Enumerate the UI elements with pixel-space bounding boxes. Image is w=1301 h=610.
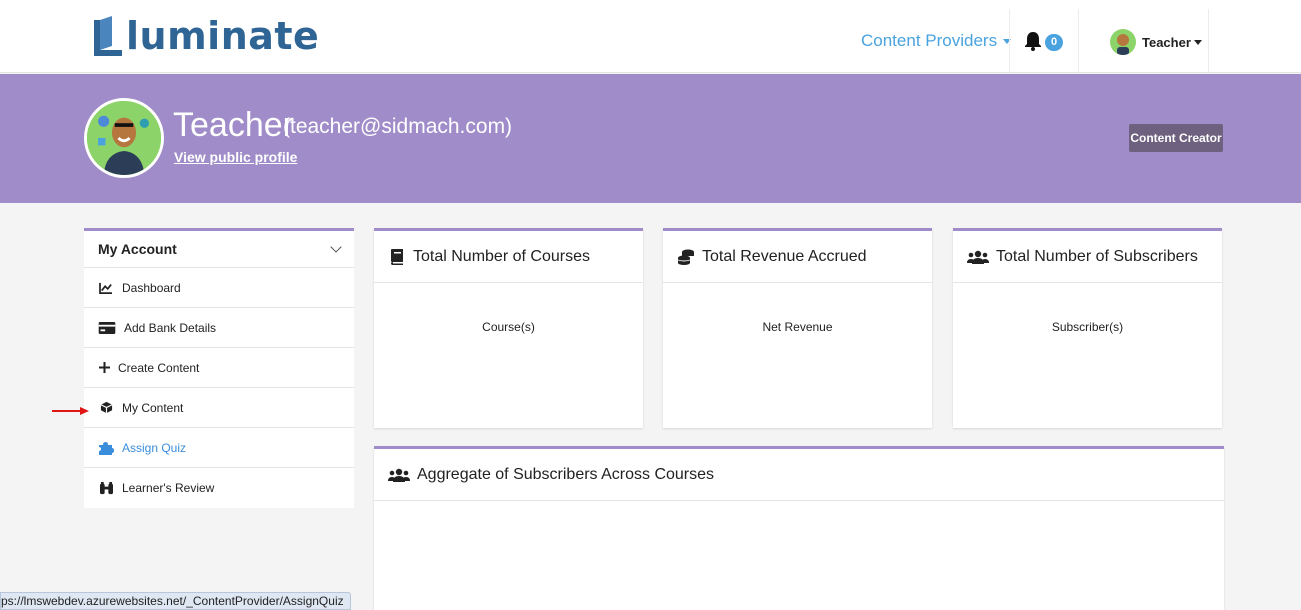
sidebar-item-assign-quiz[interactable]: Assign Quiz <box>84 428 354 468</box>
content-providers-dropdown[interactable]: Content Providers <box>861 31 1012 51</box>
book-icon <box>388 248 406 265</box>
revenue-card: Total Revenue Accrued Net Revenue <box>663 228 932 428</box>
sidebar-title: My Account <box>98 241 177 257</box>
card-title: Total Number of Subscribers <box>996 247 1198 265</box>
courses-card: Total Number of Courses Course(s) <box>374 228 643 428</box>
sidebar-item-learners-review[interactable]: Learner's Review <box>84 468 354 508</box>
bell-icon[interactable] <box>1024 31 1042 51</box>
content-providers-label: Content Providers <box>861 31 998 50</box>
luminate-logo[interactable]: luminate <box>92 10 319 56</box>
binoculars-icon <box>98 481 114 495</box>
card-header: Total Revenue Accrued <box>663 231 932 283</box>
coins-icon <box>677 249 695 265</box>
profile-email: (teacher@sidmach.com) <box>283 115 513 138</box>
nav-divider <box>1078 9 1079 73</box>
card-subtitle: Subscriber(s) <box>1051 320 1124 334</box>
card-header: Total Number of Subscribers <box>953 231 1222 283</box>
sidebar-item-label: Add Bank Details <box>124 320 217 335</box>
plus-icon <box>98 361 110 375</box>
red-arrow-annotation-icon <box>52 407 89 415</box>
sidebar-item-add-bank-details[interactable]: Add Bank Details <box>84 308 354 348</box>
card-title: Total Revenue Accrued <box>702 247 867 265</box>
sidebar-item-my-content[interactable]: My Content <box>84 388 354 428</box>
top-navbar: luminate Content Providers 0 Teacher <box>0 0 1301 73</box>
chevron-down-icon <box>330 241 342 253</box>
users-icon <box>388 467 410 483</box>
card-title: Total Number of Courses <box>413 247 590 265</box>
chart-line-icon <box>98 281 114 295</box>
notification-count-badge: 0 <box>1045 34 1063 51</box>
aggregate-subscribers-card: Aggregate of Subscribers Across Courses <box>374 446 1224 610</box>
sidebar-header[interactable]: My Account <box>84 231 354 268</box>
sidebar-item-label: Learner's Review <box>122 481 215 495</box>
user-name-label: Teacher <box>1142 34 1191 50</box>
logo-mark-icon <box>94 16 122 56</box>
user-menu-dropdown[interactable]: Teacher <box>1110 29 1202 55</box>
nav-divider <box>1009 9 1010 73</box>
profile-avatar <box>84 98 164 178</box>
credit-card-icon <box>98 321 116 335</box>
view-public-profile-link[interactable]: View public profile <box>174 149 297 165</box>
account-sidebar: My Account Dashboard Add Bank Details Cr… <box>84 228 354 508</box>
sidebar-item-label: Create Content <box>118 360 200 375</box>
card-header: Total Number of Courses <box>374 231 643 283</box>
caret-down-icon <box>1193 39 1202 45</box>
nav-divider <box>1208 9 1209 73</box>
card-subtitle: Course(s) <box>482 320 535 334</box>
profile-name: Teacher <box>173 106 294 144</box>
puzzle-icon <box>98 441 114 455</box>
sidebar-item-label: Dashboard <box>122 280 181 295</box>
avatar <box>1110 29 1136 55</box>
users-icon <box>967 249 989 265</box>
card-header: Aggregate of Subscribers Across Courses <box>374 449 1224 501</box>
link-status-bar: ps://lmswebdev.azurewebsites.net/_Conten… <box>0 592 351 610</box>
cube-icon <box>98 401 114 415</box>
sidebar-item-dashboard[interactable]: Dashboard <box>84 268 354 308</box>
logo-text: luminate <box>126 14 320 58</box>
card-subtitle: Net Revenue <box>762 320 833 334</box>
sidebar-item-create-content[interactable]: Create Content <box>84 348 354 388</box>
role-badge: Content Creator <box>1129 124 1223 152</box>
sidebar-item-label: Assign Quiz <box>122 440 187 455</box>
sidebar-item-label: My Content <box>122 400 184 415</box>
profile-banner: Teacher (teacher@sidmach.com) View publi… <box>0 74 1301 203</box>
card-title: Aggregate of Subscribers Across Courses <box>417 465 715 483</box>
subscribers-card: Total Number of Subscribers Subscriber(s… <box>953 228 1222 428</box>
